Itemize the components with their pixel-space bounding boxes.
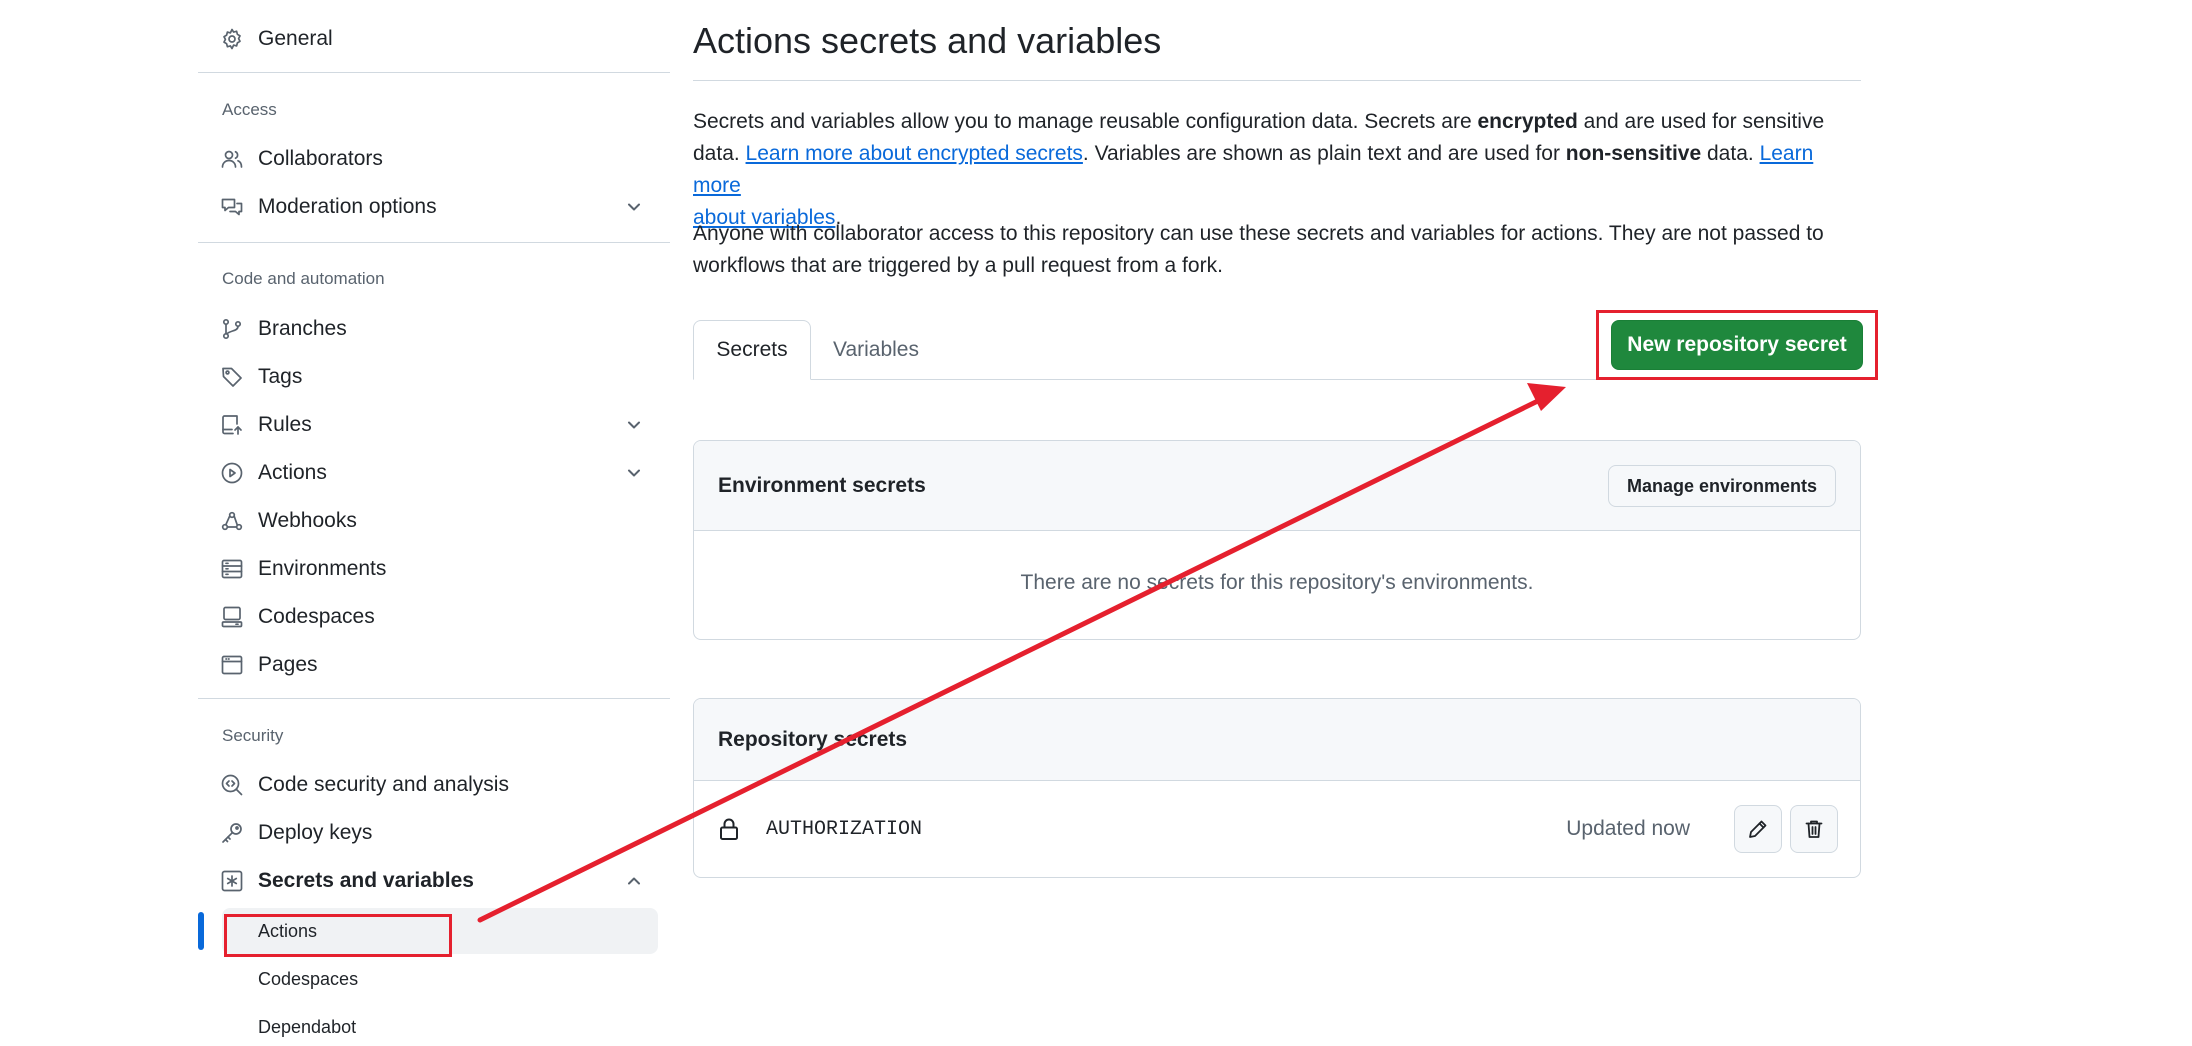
- environment-secrets-header: Environment secrets Manage environments: [694, 441, 1860, 531]
- sidebar-subitem-dependabot[interactable]: Dependabot: [222, 1004, 658, 1046]
- section-heading-code-automation: Code and automation: [222, 269, 385, 288]
- sidebar-item-tags[interactable]: Tags: [198, 354, 658, 400]
- lock-icon: [718, 817, 740, 841]
- sidebar-subitem-label: Codespaces: [258, 968, 359, 989]
- sidebar-item-label: Pages: [258, 653, 318, 676]
- gear-icon: [220, 27, 244, 51]
- sidebar-item-deploy-keys[interactable]: Deploy keys: [198, 810, 658, 856]
- settings-sidebar: General Access Collaborators Moderation …: [198, 0, 670, 1046]
- comment-discussion-icon: [220, 195, 244, 219]
- sidebar-item-label: Code security and analysis: [258, 773, 509, 796]
- key-icon: [220, 821, 244, 845]
- sidebar-item-secrets-and-variables[interactable]: Secrets and variables: [198, 858, 658, 904]
- git-branch-icon: [220, 317, 244, 341]
- key-asterisk-icon: [220, 869, 244, 893]
- sidebar-item-label: General: [258, 27, 333, 50]
- sidebar-item-webhooks[interactable]: Webhooks: [198, 498, 658, 544]
- sidebar-item-collaborators[interactable]: Collaborators: [198, 136, 658, 182]
- pencil-icon: [1749, 820, 1767, 838]
- sidebar-item-label: Moderation options: [258, 195, 437, 218]
- repository-secrets-title: Repository secrets: [718, 727, 908, 751]
- sidebar-item-label: Tags: [258, 365, 303, 388]
- tab-secrets[interactable]: Secrets: [693, 320, 811, 380]
- secret-name: AUTHORIZATION: [766, 817, 923, 841]
- secret-updated-time: Updated now: [1566, 817, 1690, 840]
- trash-icon: [1805, 820, 1823, 838]
- sidebar-item-actions[interactable]: Actions: [198, 450, 658, 496]
- chevron-down-icon[interactable]: [624, 197, 644, 217]
- section-heading-access: Access: [222, 100, 277, 119]
- sidebar-item-label: Actions: [258, 461, 327, 484]
- sidebar-item-pages[interactable]: Pages: [198, 642, 658, 688]
- manage-environments-button[interactable]: Manage environments: [1607, 465, 1836, 507]
- sidebar-item-environments[interactable]: Environments: [198, 546, 658, 592]
- learn-more-secrets-link[interactable]: Learn more about encrypted secrets: [746, 142, 1083, 165]
- sidebar-item-codespaces[interactable]: Codespaces: [198, 594, 658, 640]
- sidebar-item-label: Collaborators: [258, 147, 383, 170]
- edit-secret-button[interactable]: [1734, 805, 1782, 853]
- sidebar-item-code-security[interactable]: Code security and analysis: [198, 762, 658, 808]
- delete-secret-button[interactable]: [1790, 805, 1838, 853]
- environment-secrets-box: Environment secrets Manage environments …: [693, 440, 1861, 640]
- sidebar-item-rules[interactable]: Rules: [198, 402, 658, 448]
- environment-secrets-empty-state: There are no secrets for this repository…: [1020, 571, 1534, 594]
- sidebar-subitem-codespaces[interactable]: Codespaces: [222, 956, 658, 1002]
- people-icon: [220, 147, 244, 171]
- annotation-highlight-actions: [224, 914, 452, 957]
- sidebar-item-label: Rules: [258, 413, 312, 436]
- sidebar-item-moderation-options[interactable]: Moderation options: [198, 184, 658, 230]
- sidebar-item-label: Branches: [258, 317, 347, 340]
- sidebar-item-label: Deploy keys: [258, 821, 373, 844]
- intro-text: and are used for sensitive: [1577, 110, 1825, 133]
- sidebar-divider: [198, 72, 670, 73]
- intro-text: data.: [1701, 142, 1760, 165]
- sidebar-divider: [198, 698, 670, 699]
- page-title: Actions secrets and variables: [693, 20, 1162, 61]
- sidebar-item-general[interactable]: General: [198, 16, 658, 62]
- repo-push-icon: [220, 413, 244, 437]
- sidebar-subitem-label: Dependabot: [258, 1016, 357, 1037]
- note-text: workflows that are triggered by a pull r…: [693, 254, 1223, 277]
- chevron-down-icon[interactable]: [624, 463, 644, 483]
- note-text: Anyone with collaborator access to this …: [693, 222, 1824, 245]
- title-divider: [693, 80, 1861, 81]
- intro-bold-text: encrypted: [1477, 110, 1578, 133]
- intro-text: Secrets and variables allow you to manag…: [693, 110, 1478, 133]
- chevron-up-icon[interactable]: [624, 871, 644, 891]
- server-icon: [220, 557, 244, 581]
- sidebar-item-label: Codespaces: [258, 605, 375, 628]
- repository-secrets-box: Repository secrets AUTHORIZATION Updated…: [693, 698, 1861, 878]
- annotation-highlight-new-secret: [1596, 310, 1878, 380]
- sidebar-item-label: Secrets and variables: [258, 869, 474, 892]
- sidebar-item-label: Webhooks: [258, 509, 357, 532]
- active-indicator: [198, 912, 204, 950]
- codespaces-icon: [220, 605, 244, 629]
- intro-paragraph: Secrets and variables allow you to manag…: [693, 106, 1861, 234]
- secret-row: AUTHORIZATION Updated now: [694, 781, 1860, 877]
- intro-text: data.: [693, 142, 746, 165]
- intro-text: . Variables are shown as plain text and …: [1082, 142, 1566, 165]
- play-icon: [220, 461, 244, 485]
- chevron-down-icon[interactable]: [624, 415, 644, 435]
- browser-icon: [220, 653, 244, 677]
- tab-variables[interactable]: Variables: [811, 320, 941, 380]
- codescan-icon: [220, 773, 244, 797]
- collaborator-note-paragraph: Anyone with collaborator access to this …: [693, 218, 1861, 282]
- sidebar-divider: [198, 242, 670, 243]
- sidebar-item-label: Environments: [258, 557, 387, 580]
- webhook-icon: [220, 509, 244, 533]
- section-heading-security: Security: [222, 726, 284, 745]
- sidebar-item-branches[interactable]: Branches: [198, 306, 658, 352]
- environment-secrets-title: Environment secrets: [718, 473, 926, 497]
- tag-icon: [220, 365, 244, 389]
- intro-bold-text: non-sensitive: [1565, 142, 1702, 165]
- repository-secrets-header: Repository secrets: [694, 699, 1860, 781]
